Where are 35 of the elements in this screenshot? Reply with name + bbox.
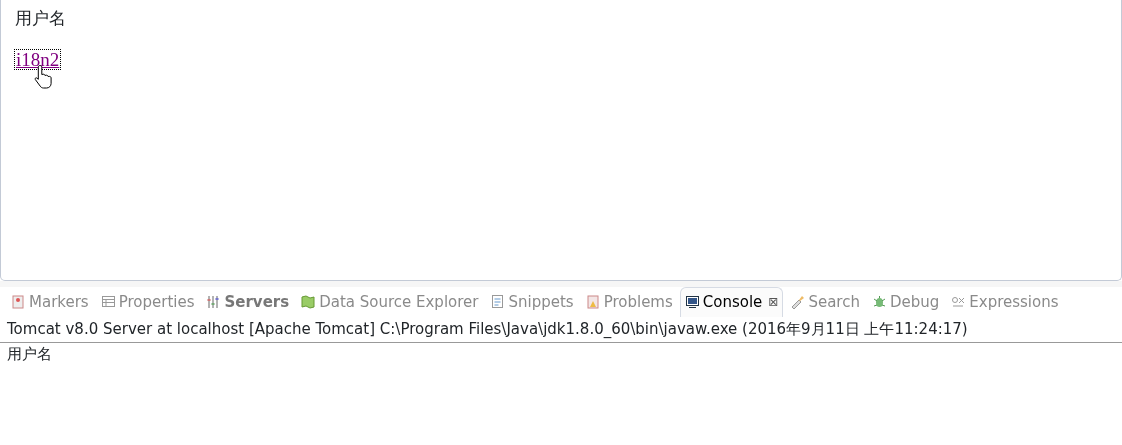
tab-label: Problems bbox=[603, 291, 673, 313]
sliders-icon bbox=[206, 294, 222, 310]
warning-icon bbox=[585, 294, 601, 310]
tab-label: Snippets bbox=[508, 291, 574, 313]
tab-label: Debug bbox=[889, 291, 940, 313]
view-tab[interactable]: Snippets bbox=[485, 286, 579, 317]
view-tab[interactable]: Search bbox=[785, 286, 865, 317]
view-tab[interactable]: Debug bbox=[866, 286, 945, 317]
view-tab[interactable]: Markers bbox=[6, 286, 94, 317]
tab-label: Properties bbox=[118, 291, 195, 313]
view-tab[interactable]: Console ⊠ bbox=[679, 286, 784, 317]
map-icon bbox=[301, 294, 317, 310]
close-icon[interactable]: ⊠ bbox=[768, 292, 779, 311]
tab-label: Console bbox=[702, 291, 763, 313]
flashlight-icon bbox=[790, 294, 806, 310]
table-icon bbox=[100, 294, 116, 310]
tab-label: Data Source Explorer bbox=[319, 291, 479, 313]
view-tab[interactable]: Servers bbox=[201, 286, 295, 317]
monitor-icon bbox=[684, 294, 700, 310]
view-tab[interactable]: Data Source Explorer bbox=[296, 286, 484, 317]
markers-icon bbox=[11, 294, 26, 310]
bug-icon bbox=[871, 294, 887, 310]
page-heading: 用户名 bbox=[15, 8, 67, 30]
view-tab[interactable]: Expressions bbox=[946, 286, 1064, 317]
tab-label: Search bbox=[808, 291, 860, 313]
tab-label: Markers bbox=[29, 291, 89, 313]
view-tab[interactable]: Properties bbox=[95, 286, 200, 317]
tab-label: Servers bbox=[224, 291, 290, 313]
document-icon bbox=[490, 294, 506, 310]
console-output-line: 用户名 bbox=[6, 343, 53, 365]
console-header: Tomcat v8.0 Server at localhost [Apache Tomcat] C:\Program Files\Java\jdk1.8.0_60\bin\javaw.exe (2016年9月11日 上午11:24:17) bbox=[0, 317, 1122, 343]
tab-label: Expressions bbox=[969, 291, 1059, 313]
view-tab[interactable]: Problems bbox=[580, 286, 678, 317]
expression-icon bbox=[951, 294, 967, 310]
link[interactable]: i18n2 bbox=[15, 49, 61, 70]
